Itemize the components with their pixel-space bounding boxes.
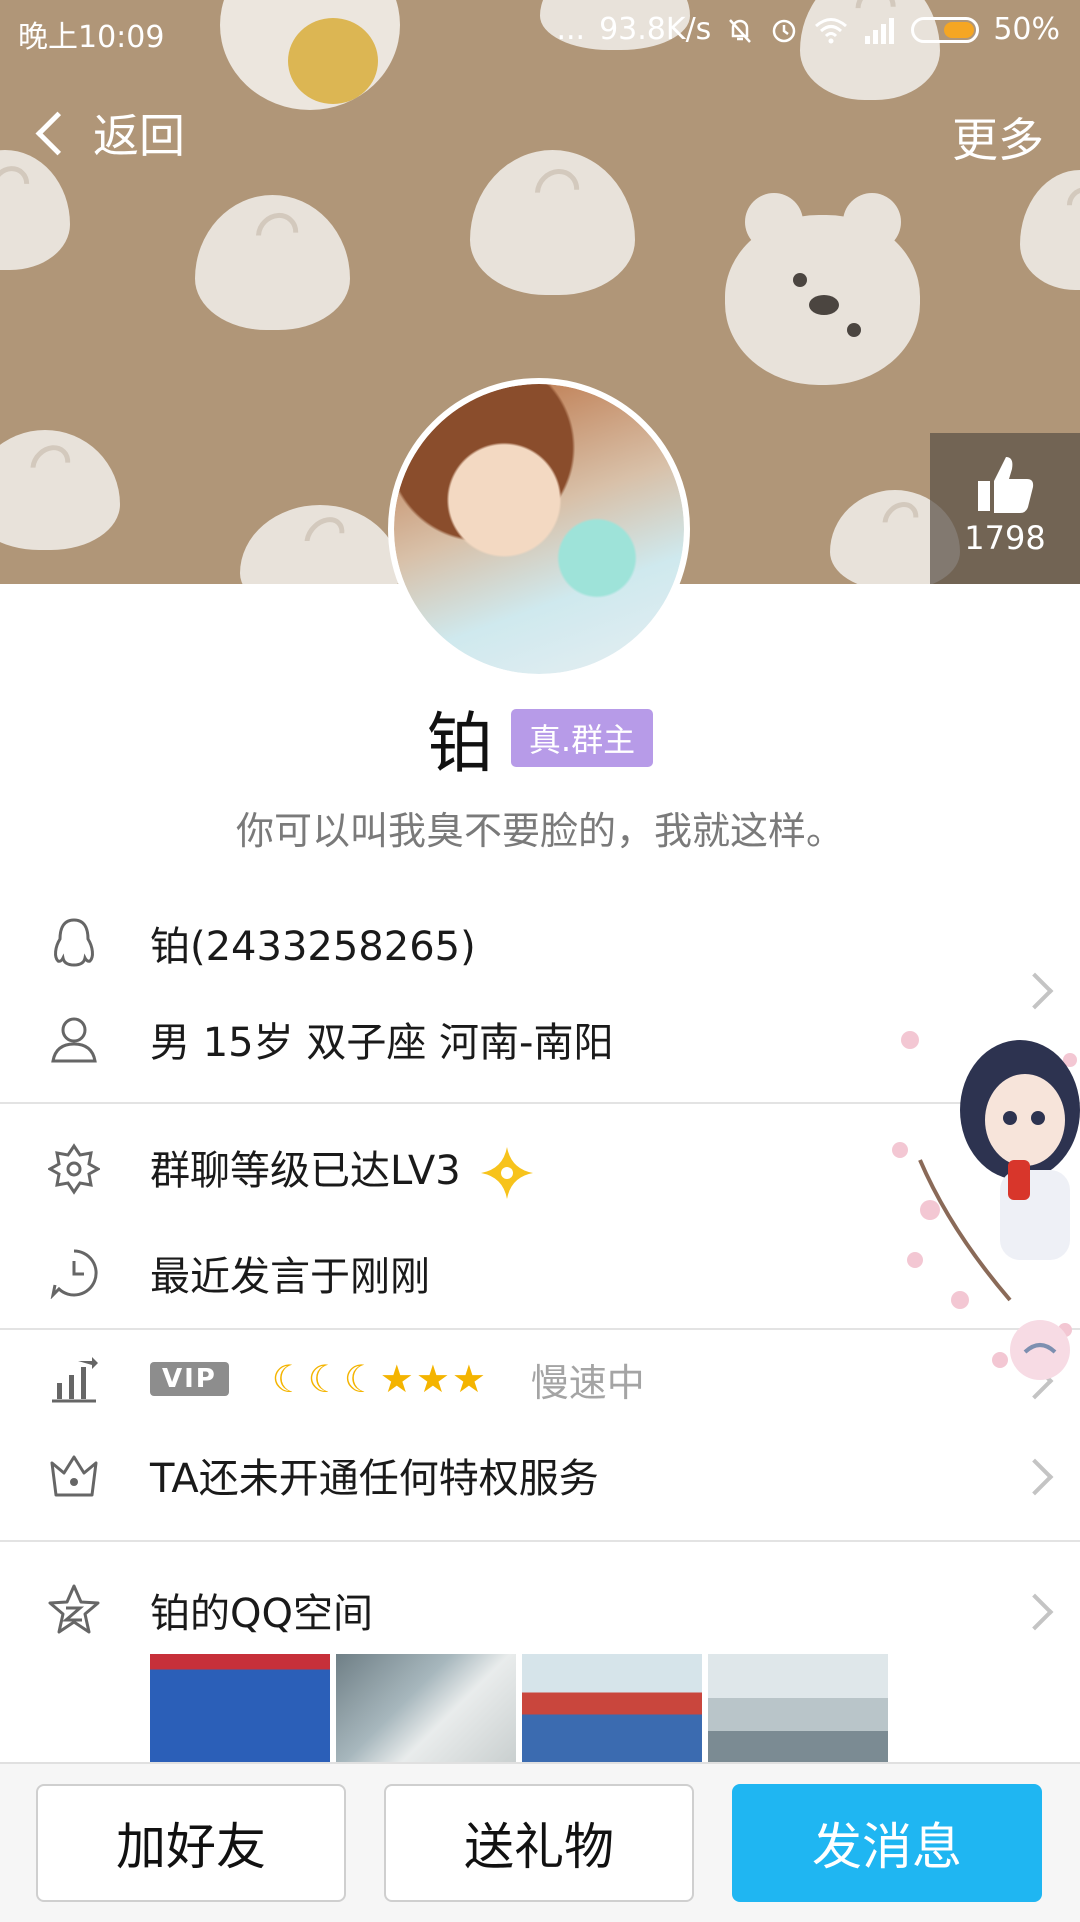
qzone-photo[interactable] <box>150 1654 330 1764</box>
speed-status: 慢速中 <box>530 1360 645 1405</box>
privilege-row[interactable]: TA还未开通任何特权服务 <box>0 1430 1080 1520</box>
cover-bear-decoration <box>725 193 920 385</box>
chevron-right-icon <box>1016 1593 1054 1631</box>
cover-bun-decoration <box>470 150 635 295</box>
bottom-action-bar: 加好友 送礼物 发消息 <box>0 1762 1080 1922</box>
cover-bun-decoration <box>0 150 70 270</box>
vip-level-content: VIP ☾☾☾★★★ 慢速中 <box>150 1352 645 1407</box>
cover-bun-decoration <box>240 505 400 584</box>
alarm-icon <box>773 19 796 42</box>
grade-icons: ☾☾☾★★★ <box>271 1357 488 1401</box>
clock-icon <box>46 1245 102 1301</box>
network-speed: 93.8K/s <box>599 12 712 47</box>
person-icon <box>46 1011 102 1067</box>
add-friend-button[interactable]: 加好友 <box>36 1784 346 1902</box>
group-owner-badge: 真.群主 <box>510 709 654 767</box>
profile-signature: 你可以叫我臭不要脸的，我就这样。 <box>235 809 844 853</box>
qzone-text: 铂的QQ空间 <box>150 1591 373 1637</box>
qzone-photo[interactable] <box>336 1654 516 1764</box>
privilege-text: TA还未开通任何特权服务 <box>150 1456 599 1502</box>
vip-tag: VIP <box>150 1362 229 1396</box>
cover-bun-decoration <box>195 195 350 330</box>
like-button[interactable]: 1798 <box>930 433 1080 584</box>
thumbs-up-icon <box>978 457 1034 513</box>
qq-number-text: 铂(2433258265) <box>150 924 476 970</box>
more-button[interactable]: 更多 <box>952 104 1044 170</box>
personal-info-text: 男 15岁 双子座 河南-南阳 <box>150 1020 614 1066</box>
level-diamond-icon <box>481 1146 534 1199</box>
status-bar: 晚上10:09 ... 93.8K/s 50% <box>0 0 1080 60</box>
level-chart-icon <box>46 1351 102 1407</box>
divider <box>0 1540 1080 1542</box>
like-count: 1798 <box>964 519 1046 557</box>
battery-percent: 50% <box>993 12 1060 47</box>
chevron-right-icon <box>1016 1458 1054 1496</box>
cover-bun-decoration <box>0 430 120 550</box>
qzone-photo[interactable] <box>708 1654 888 1764</box>
send-message-button[interactable]: 发消息 <box>732 1784 1042 1902</box>
avatar-image <box>394 384 684 674</box>
battery-icon <box>911 16 980 43</box>
status-time: 晚上10:09 <box>18 20 165 55</box>
back-button[interactable]: 返回 <box>30 100 185 166</box>
crown-icon <box>46 1447 102 1503</box>
penguin-icon <box>46 915 102 971</box>
avatar[interactable] <box>388 378 690 680</box>
back-label: 返回 <box>93 109 185 163</box>
group-level-text: 群聊等级已达LV3 <box>150 1138 535 1201</box>
chevron-left-icon <box>35 111 80 155</box>
name-row: 铂 真.群主 <box>0 690 1080 786</box>
qzone-row[interactable]: 铂的QQ空间 <box>0 1565 1080 1655</box>
send-gift-button[interactable]: 送礼物 <box>384 1784 694 1902</box>
last-speak-text: 最近发言于刚刚 <box>150 1254 430 1300</box>
qzone-star-icon <box>46 1582 102 1638</box>
level-gear-icon <box>46 1141 102 1197</box>
qq-number-row[interactable]: 铂(2433258265) <box>0 898 1080 988</box>
cover-bun-decoration <box>1020 170 1080 290</box>
signal-icon <box>865 17 895 44</box>
wifi-icon <box>815 17 848 43</box>
decorative-character-sticker <box>892 1031 1080 1380</box>
qzone-photo-strip[interactable] <box>150 1654 888 1764</box>
more-dots-icon: ... <box>556 12 586 47</box>
mute-bell-icon <box>729 18 752 43</box>
group-level-label: 群聊等级已达LV3 <box>150 1147 461 1194</box>
profile-name: 铂 <box>426 705 493 782</box>
qzone-photo[interactable] <box>522 1654 702 1764</box>
